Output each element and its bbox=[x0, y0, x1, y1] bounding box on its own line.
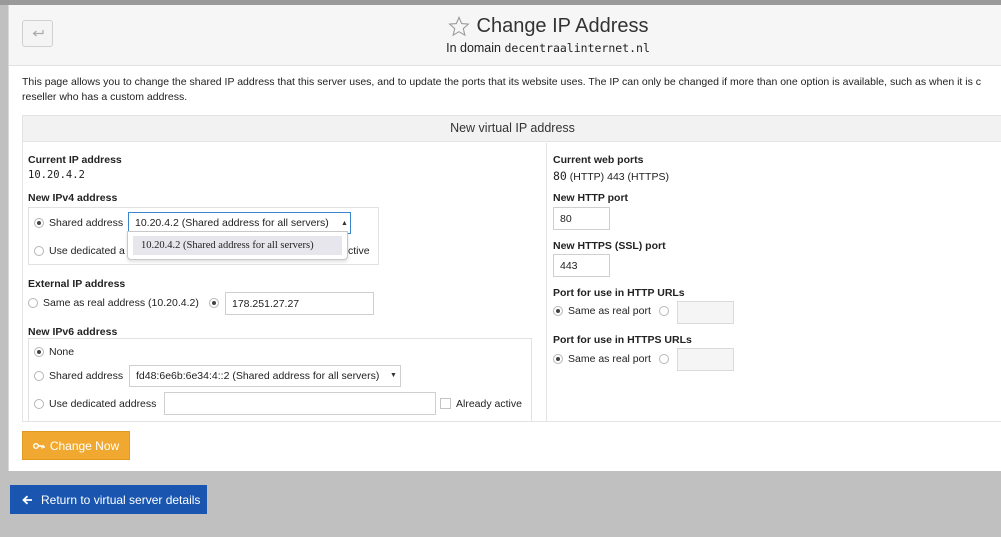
https-url-custom-radio[interactable] bbox=[659, 354, 669, 364]
ipv4-dedicated-label: Use dedicated a bbox=[49, 245, 125, 257]
ipv6-shared-value: fd48:6e6b:6e34:4::2 (Shared address for … bbox=[136, 370, 380, 382]
ipv4-shared-label: Shared address bbox=[49, 217, 124, 229]
ip-form: New virtual IP address Current IP addres… bbox=[22, 115, 1001, 422]
page-description: This page allows you to change the share… bbox=[22, 75, 1001, 105]
ipv6-none-label: None bbox=[49, 346, 75, 358]
return-label: Return to virtual server details bbox=[41, 492, 201, 507]
ipv4-dropdown-list: 10.20.4.2 (Shared address for all server… bbox=[127, 231, 348, 260]
current-http-port-value: 80 bbox=[553, 169, 567, 183]
ipv6-shared-radio[interactable] bbox=[34, 371, 44, 381]
https-url-same-radio[interactable] bbox=[553, 354, 563, 364]
ipv6-shared-select[interactable]: fd48:6e6b:6e34:4::2 (Shared address for … bbox=[129, 365, 401, 387]
ipv4-shared-value: 10.20.4.2 (Shared address for all server… bbox=[135, 217, 329, 229]
ipv6-already-active-checkbox[interactable] bbox=[440, 398, 451, 409]
new-ipv4-label: New IPv4 address bbox=[28, 192, 118, 204]
column-divider bbox=[546, 143, 547, 421]
ipv4-dropdown-option[interactable]: 10.20.4.2 (Shared address for all server… bbox=[133, 236, 342, 255]
ipv4-shared-radio[interactable] bbox=[34, 218, 44, 228]
http-url-same-radio[interactable] bbox=[553, 306, 563, 316]
page-title: Change IP Address bbox=[476, 15, 649, 37]
ipv6-none-radio[interactable] bbox=[34, 347, 44, 357]
external-same-radio[interactable] bbox=[28, 298, 38, 308]
domain-name: decentraalinternet.nl bbox=[504, 41, 650, 55]
https-url-port-label: Port for use in HTTPS URLs bbox=[553, 334, 692, 346]
current-ports-value: 80 (HTTP) 443 (HTTPS) bbox=[553, 169, 669, 183]
key-icon bbox=[32, 442, 45, 449]
http-url-same-label: Same as real port bbox=[568, 305, 651, 317]
form-heading: New virtual IP address bbox=[23, 116, 1001, 142]
ipv4-dedicated-radio[interactable] bbox=[34, 246, 44, 256]
page-subtitle: In domain decentraalinternet.nl bbox=[9, 41, 1001, 55]
ipv4-already-active-label: ctive bbox=[348, 245, 370, 257]
subtitle-prefix: In domain bbox=[446, 41, 501, 55]
description-line-2: reseller who has a custom address. bbox=[22, 91, 188, 103]
new-https-port-input[interactable] bbox=[553, 254, 610, 277]
chevron-up-icon: ▲ bbox=[341, 220, 348, 227]
current-ip-value: 10.20.4.2 bbox=[28, 169, 85, 181]
http-url-custom-radio[interactable] bbox=[659, 306, 669, 316]
external-ip-label: External IP address bbox=[28, 278, 126, 290]
ipv6-dedicated-label: Use dedicated address bbox=[49, 398, 157, 410]
ipv6-already-active-label: Already active bbox=[456, 398, 522, 410]
current-ports-suffix: (HTTP) 443 (HTTPS) bbox=[566, 171, 669, 183]
external-ip-input[interactable] bbox=[225, 292, 374, 315]
https-url-port-input[interactable] bbox=[677, 348, 734, 371]
https-url-same-label: Same as real port bbox=[568, 353, 651, 365]
http-url-port-input[interactable] bbox=[677, 301, 734, 324]
change-now-label: Change Now bbox=[49, 438, 120, 453]
arrow-left-icon bbox=[22, 495, 32, 504]
change-now-button[interactable]: Change Now bbox=[22, 431, 130, 460]
ipv6-dedicated-input[interactable] bbox=[164, 392, 436, 415]
description-line-1: This page allows you to change the share… bbox=[22, 76, 981, 88]
chevron-down-icon: ▼ bbox=[390, 372, 397, 379]
current-ports-label: Current web ports bbox=[553, 154, 644, 166]
page-header: Change IP Address In domain decentraalin… bbox=[9, 5, 1001, 66]
current-ip-label: Current IP address bbox=[28, 154, 122, 166]
external-custom-radio[interactable] bbox=[209, 298, 219, 308]
new-https-port-label: New HTTPS (SSL) port bbox=[553, 240, 666, 252]
return-button[interactable]: Return to virtual server details bbox=[10, 485, 207, 514]
new-http-port-input[interactable] bbox=[553, 207, 610, 230]
ipv6-shared-label: Shared address bbox=[49, 370, 124, 382]
http-url-port-label: Port for use in HTTP URLs bbox=[553, 287, 685, 299]
ipv6-dedicated-radio[interactable] bbox=[34, 399, 44, 409]
external-same-label: Same as real address (10.20.4.2) bbox=[43, 297, 199, 309]
new-ipv6-label: New IPv6 address bbox=[28, 326, 118, 338]
new-http-port-label: New HTTP port bbox=[553, 192, 629, 204]
star-icon[interactable] bbox=[447, 16, 470, 37]
